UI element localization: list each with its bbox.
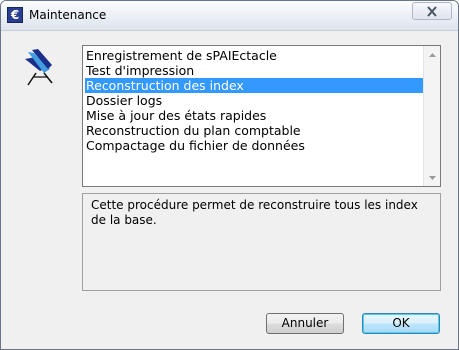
- logo-icon: [25, 49, 53, 86]
- list-item-reconstruction-plan[interactable]: Reconstruction du plan comptable: [85, 123, 423, 138]
- scroll-up-button[interactable]: [424, 46, 440, 63]
- cancel-button[interactable]: Annuler: [266, 313, 344, 334]
- list-item-enregistrement[interactable]: Enregistrement de sPAIEctacle: [85, 48, 423, 63]
- list-item-compactage[interactable]: Compactage du fichier de données: [85, 138, 423, 153]
- list-item-reconstruction-index[interactable]: Reconstruction des index: [85, 78, 423, 93]
- description-text: Cette procédure permet de reconstruire t…: [82, 193, 441, 291]
- scroll-down-button[interactable]: [424, 169, 440, 186]
- window-title: Maintenance: [29, 8, 107, 22]
- maintenance-options-list[interactable]: Enregistrement de sPAIEctacle Test d'imp…: [82, 45, 441, 187]
- title-bar[interactable]: € Maintenance: [1, 1, 458, 31]
- maintenance-dialog: € Maintenance Enregistrement de sPAIEcta…: [0, 0, 459, 350]
- chevron-up-icon: [428, 53, 436, 57]
- close-button[interactable]: [412, 2, 452, 20]
- app-euro-icon[interactable]: €: [7, 7, 23, 23]
- list-item-test-impression[interactable]: Test d'impression: [85, 63, 423, 78]
- ok-button[interactable]: OK: [362, 313, 440, 334]
- list-item-dossier-logs[interactable]: Dossier logs: [85, 93, 423, 108]
- close-icon: [427, 6, 437, 17]
- chevron-down-icon: [428, 176, 436, 180]
- options-list-items: Enregistrement de sPAIEctacle Test d'imp…: [85, 48, 423, 153]
- vertical-scrollbar[interactable]: [423, 46, 440, 186]
- list-item-mise-a-jour-etats[interactable]: Mise à jour des états rapides: [85, 108, 423, 123]
